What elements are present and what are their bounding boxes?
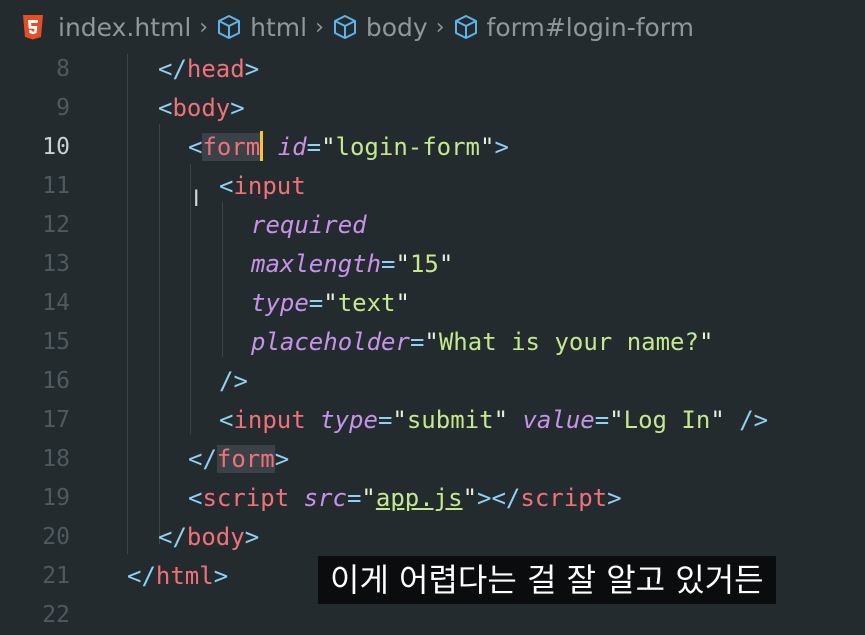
video-subtitle: 이게 어렵다는 걸 잘 알고 있거든 xyxy=(318,556,776,604)
line-number: 21 xyxy=(42,563,70,589)
code-text: </form> xyxy=(188,445,290,473)
html5-file-icon xyxy=(23,15,43,40)
line-number: 18 xyxy=(42,446,70,472)
code-line[interactable]: 16 /> xyxy=(0,362,865,401)
code-line-active[interactable]: 10 <form id="login-form"> xyxy=(0,128,865,167)
line-number: 11 xyxy=(42,173,70,199)
code-text: </body> xyxy=(158,523,260,551)
code-line[interactable]: 11 <input xyxy=(0,167,865,206)
code-text: placeholder="What is your name?" xyxy=(251,328,714,356)
attr-name: value xyxy=(522,406,595,434)
code-text: </html> xyxy=(127,562,229,590)
code-text: <form id="login-form"> xyxy=(188,131,509,161)
tag-name: body xyxy=(186,523,245,551)
code-text: required xyxy=(251,206,367,245)
line-number: 13 xyxy=(42,251,70,277)
line-number: 19 xyxy=(42,485,70,511)
code-line[interactable]: 17 <input type="submit" value="Log In" /… xyxy=(0,401,865,440)
line-number: 12 xyxy=(42,212,70,238)
attr-value: login-form xyxy=(335,133,481,161)
line-number: 8 xyxy=(56,56,70,82)
cube-icon xyxy=(218,15,241,39)
tag-name: script xyxy=(520,484,608,512)
code-text: </head> xyxy=(158,55,260,83)
line-number: 16 xyxy=(42,368,70,394)
code-text: /> xyxy=(219,367,248,395)
attr-value: text xyxy=(337,289,396,317)
tag-name: head xyxy=(186,55,245,83)
breadcrumb-item-html[interactable]: html xyxy=(216,13,307,42)
cube-icon xyxy=(333,15,356,39)
chevron-right-icon: › xyxy=(199,14,209,40)
code-text: type="text" xyxy=(251,289,410,317)
breadcrumb-item-form[interactable]: form#login-form xyxy=(453,13,694,42)
code-line[interactable]: 19 <script src="app.js"></script> xyxy=(0,479,865,518)
code-line[interactable]: 15 placeholder="What is your name?" xyxy=(0,323,865,362)
code-line[interactable]: 14 type="text" xyxy=(0,284,865,323)
tag-name: input xyxy=(233,172,306,200)
code-text: maxlength="15" xyxy=(251,250,454,278)
tag-name: body xyxy=(172,94,231,122)
attr-value: Log In xyxy=(623,406,711,434)
code-line[interactable]: 8 </head> xyxy=(0,50,865,89)
breadcrumb-item-body[interactable]: body xyxy=(332,13,428,42)
code-text: <input xyxy=(219,172,306,200)
tag-name: form xyxy=(202,133,261,161)
breadcrumb-item-label: html xyxy=(250,12,308,42)
breadcrumb-file[interactable]: index.html xyxy=(58,13,191,42)
chevron-right-icon: › xyxy=(435,14,445,40)
attr-name: type xyxy=(251,289,309,317)
attr-value: submit xyxy=(406,406,494,434)
attr-name: placeholder xyxy=(251,328,410,356)
tag-name: form xyxy=(216,445,275,473)
attr-name: type xyxy=(320,406,378,434)
breadcrumb-item-label: body xyxy=(365,12,428,42)
code-line[interactable]: 20 </body> xyxy=(0,518,865,557)
chevron-right-icon: › xyxy=(315,14,324,40)
text-cursor-ibeam-icon: I xyxy=(193,187,200,212)
line-number: 10 xyxy=(42,134,70,160)
attr-value: What is your name? xyxy=(438,328,699,356)
breadcrumb: index.html › html › body › form#login-fo… xyxy=(0,0,865,54)
code-line[interactable]: 12 required xyxy=(0,206,865,245)
code-line[interactable]: 9 <body> xyxy=(0,89,865,128)
line-number: 15 xyxy=(42,329,70,355)
attr-name: id xyxy=(277,133,307,161)
attr-name: required xyxy=(251,211,367,239)
attr-value: 15 xyxy=(409,250,439,278)
code-line[interactable]: 13 maxlength="15" xyxy=(0,245,865,284)
code-editor[interactable]: 8 </head> 9 <body> 10 <form id="login-fo… xyxy=(0,54,865,628)
code-line[interactable]: 18 </form> xyxy=(0,440,865,479)
tag-name: script xyxy=(202,484,290,512)
code-text: <input type="submit" value="Log In" /> xyxy=(219,406,769,434)
breadcrumb-item-label: form#login-form xyxy=(486,12,694,42)
line-number: 17 xyxy=(42,407,70,433)
code-text: <script src="app.js"></script> xyxy=(188,484,622,512)
line-number: 20 xyxy=(42,524,70,550)
tag-name: input xyxy=(233,406,306,434)
text-cursor xyxy=(260,131,264,161)
attr-value-link: app.js xyxy=(375,484,463,512)
line-number: 22 xyxy=(42,602,70,628)
attr-name: src xyxy=(303,484,347,512)
code-text: <body> xyxy=(158,94,245,122)
line-number: 14 xyxy=(42,290,70,316)
tag-name: html xyxy=(155,562,214,590)
line-number: 9 xyxy=(56,95,70,121)
cube-icon xyxy=(454,15,477,39)
attr-name: maxlength xyxy=(251,250,382,278)
